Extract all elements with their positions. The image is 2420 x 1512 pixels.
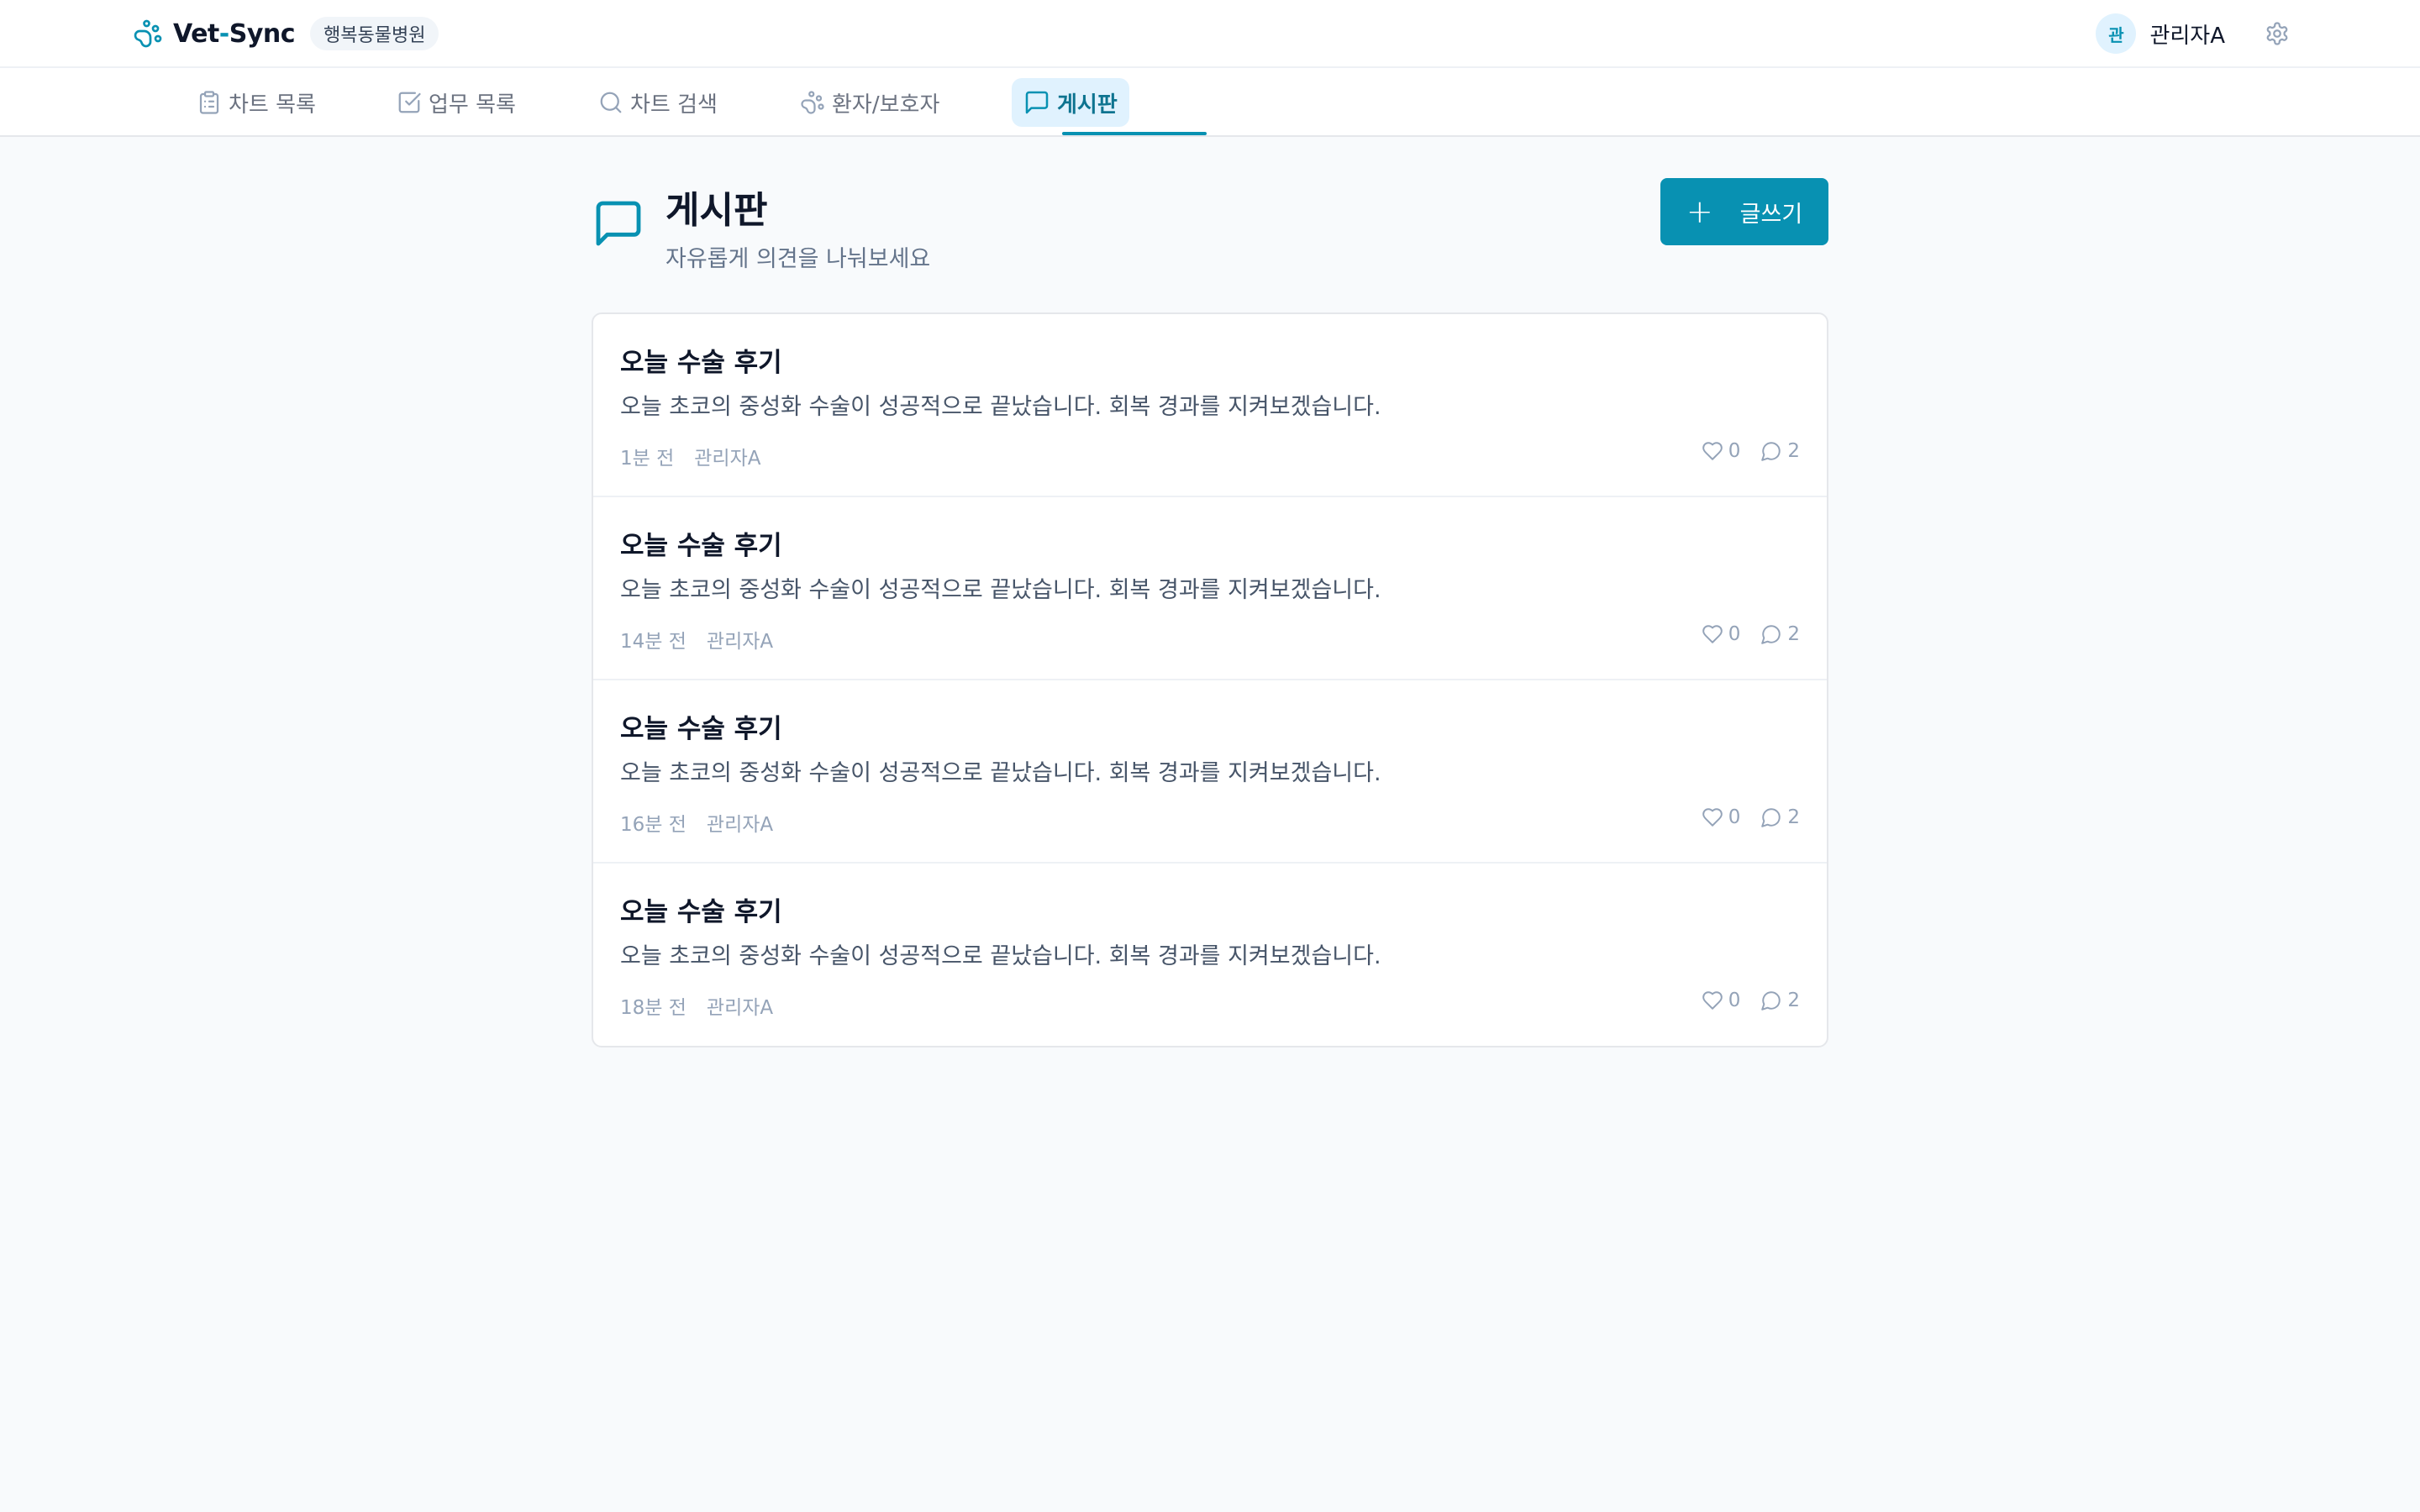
paw-icon: [801, 91, 824, 114]
tab-label: 업무 목록: [429, 92, 516, 118]
post-list: 오늘 수술 후기 오늘 초코의 중성화 수술이 성공적으로 끝났습니다. 회복 …: [592, 312, 1828, 1047]
list-item[interactable]: 오늘 수술 후기 오늘 초코의 중성화 수술이 성공적으로 끝났습니다. 회복 …: [593, 497, 1827, 680]
post-meta: 1분 전 관리자A: [620, 442, 760, 470]
post-author: 관리자A: [706, 814, 774, 836]
comment-icon: [1761, 625, 1781, 644]
gear-icon: [2266, 22, 2288, 45]
page-header: 게시판 자유롭게 의견을 나눠보세요 + 글쓰기: [592, 176, 1828, 277]
heart-icon: [1702, 442, 1723, 460]
post-author: 관리자A: [706, 631, 774, 653]
checkbox-icon: [398, 92, 421, 113]
post-title: 오늘 수술 후기: [620, 714, 782, 744]
post-time: 18분 전: [620, 997, 687, 1019]
like-count[interactable]: 0: [1702, 440, 1740, 462]
post-stats: 0 2: [1702, 806, 1800, 828]
comment-icon: [1761, 991, 1781, 1011]
post-excerpt: 오늘 초코의 중성화 수술이 성공적으로 끝났습니다. 회복 경과를 지켜보겠습…: [620, 760, 1381, 786]
page-subtitle: 자유롭게 의견을 나눠보세요: [666, 246, 931, 272]
message-icon: [596, 201, 641, 246]
post-stats: 0 2: [1702, 440, 1800, 462]
post-time: 16분 전: [620, 814, 687, 836]
plus-icon: +: [1686, 193, 1713, 230]
post-title: 오늘 수술 후기: [620, 531, 782, 561]
like-count[interactable]: 0: [1702, 806, 1740, 828]
user-name[interactable]: 관리자A: [2149, 18, 2225, 50]
message-icon: [1025, 91, 1049, 114]
clipboard-icon: [199, 91, 219, 114]
post-author: 관리자A: [706, 997, 774, 1019]
main-nav: 차트 목록 업무 목록 차트 검색 환자/보호자 게시판: [0, 68, 2420, 137]
tab-label: 차트 목록: [229, 92, 316, 118]
comment-icon: [1761, 442, 1781, 461]
avatar[interactable]: 관: [2096, 13, 2137, 54]
like-count[interactable]: 0: [1702, 990, 1740, 1011]
comment-count[interactable]: 2: [1760, 806, 1800, 828]
app-name: Vet-Sync: [173, 18, 296, 49]
search-icon: [600, 92, 622, 113]
post-time: 1분 전: [620, 448, 675, 470]
heart-icon: [1702, 808, 1723, 827]
post-title: 오늘 수술 후기: [620, 348, 782, 378]
heart-icon: [1702, 991, 1723, 1010]
tab-chart-search[interactable]: 차트 검색: [587, 78, 729, 127]
post-excerpt: 오늘 초코의 중성화 수술이 성공적으로 끝났습니다. 회복 경과를 지켜보겠습…: [620, 943, 1381, 969]
post-meta: 14분 전 관리자A: [620, 625, 773, 654]
brand[interactable]: Vet-Sync 행복동물병원: [133, 15, 439, 52]
post-stats: 0 2: [1702, 990, 1800, 1011]
comment-count[interactable]: 2: [1760, 623, 1800, 645]
tab-label: 환자/보호자: [832, 92, 940, 118]
post-time: 14분 전: [620, 631, 687, 653]
tab-chart-list[interactable]: 차트 목록: [185, 78, 328, 127]
like-count[interactable]: 0: [1702, 623, 1740, 645]
comment-icon: [1761, 808, 1781, 827]
write-post-button[interactable]: + 글쓰기: [1660, 178, 1828, 245]
top-bar: Vet-Sync 행복동물병원 관 관리자A: [0, 0, 2420, 68]
write-button-label: 글쓰기: [1739, 201, 1803, 228]
tab-task-list[interactable]: 업무 목록: [385, 78, 528, 127]
tab-board[interactable]: 게시판: [1012, 78, 1129, 127]
heart-icon: [1702, 625, 1723, 643]
post-meta: 16분 전 관리자A: [620, 808, 773, 837]
list-item[interactable]: 오늘 수술 후기 오늘 초코의 중성화 수술이 성공적으로 끝났습니다. 회복 …: [593, 680, 1827, 864]
paw-logo-icon: [134, 19, 162, 48]
post-meta: 18분 전 관리자A: [620, 991, 773, 1020]
list-item[interactable]: 오늘 수술 후기 오늘 초코의 중성화 수술이 성공적으로 끝났습니다. 회복 …: [593, 864, 1827, 1046]
tab-label: 차트 검색: [630, 92, 718, 118]
clinic-badge: 행복동물병원: [310, 17, 439, 50]
active-tab-indicator: [1062, 132, 1207, 135]
post-stats: 0 2: [1702, 623, 1800, 645]
post-title: 오늘 수술 후기: [620, 897, 782, 927]
comment-count[interactable]: 2: [1760, 440, 1800, 462]
post-excerpt: 오늘 초코의 중성화 수술이 성공적으로 끝났습니다. 회복 경과를 지켜보겠습…: [620, 577, 1381, 603]
user-area: 관 관리자A: [2096, 13, 2292, 54]
post-excerpt: 오늘 초코의 중성화 수술이 성공적으로 끝났습니다. 회복 경과를 지켜보겠습…: [620, 394, 1381, 420]
post-author: 관리자A: [694, 448, 761, 470]
tab-label: 게시판: [1057, 92, 1118, 118]
comment-count[interactable]: 2: [1760, 990, 1800, 1011]
tab-patients[interactable]: 환자/보호자: [788, 78, 951, 127]
settings-button[interactable]: [2262, 18, 2292, 49]
list-item[interactable]: 오늘 수술 후기 오늘 초코의 중성화 수술이 성공적으로 끝났습니다. 회복 …: [593, 314, 1827, 497]
page-title: 게시판: [666, 189, 768, 232]
